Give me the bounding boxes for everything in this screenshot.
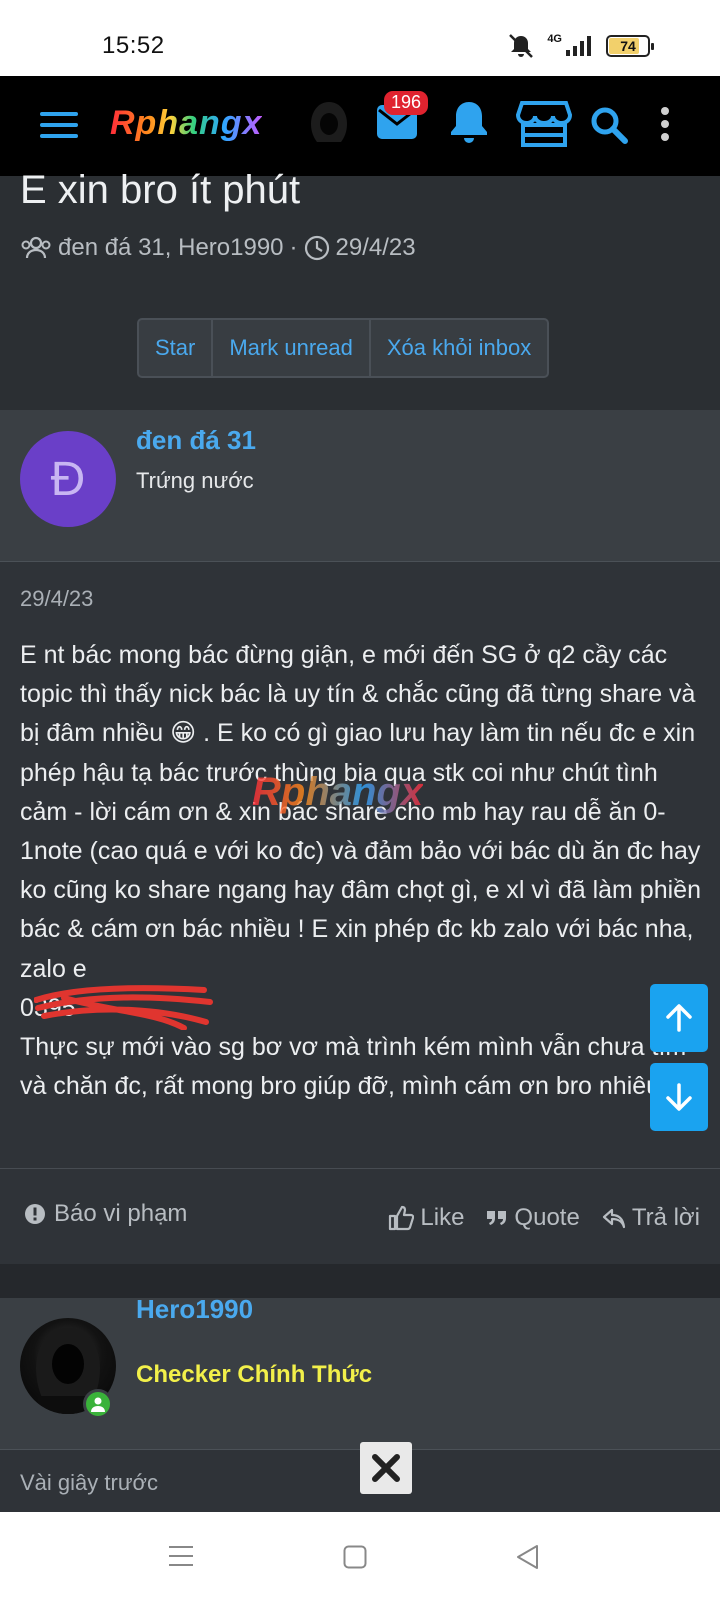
star-button[interactable]: Star	[139, 320, 214, 376]
post1-username[interactable]: đen đá 31	[136, 425, 256, 456]
post2-user-title: Checker Chính Thức	[136, 1361, 373, 1388]
like-button[interactable]: Like	[388, 1204, 464, 1232]
message-text-3: Thực sự mới vào sg bơ vơ mà trình kém mì…	[20, 1033, 687, 1101]
message-text-2: . E ko có gì giao lưu hay làm tin nếu đc…	[20, 719, 701, 983]
bell-icon[interactable]	[449, 100, 489, 144]
clock-icon	[304, 235, 329, 261]
user-icon	[91, 1397, 105, 1412]
thread-action-buttons: Star Mark unread Xóa khỏi inbox	[137, 318, 550, 378]
post1-date[interactable]: 29/4/23	[20, 586, 93, 612]
search-icon[interactable]	[590, 106, 628, 144]
post-actions: Like Quote Trả lời	[388, 1204, 700, 1232]
recent-apps-icon[interactable]	[168, 1545, 194, 1567]
meta-separator: ·	[289, 234, 298, 261]
close-ad-button[interactable]	[360, 1442, 412, 1494]
mute-bell-icon	[509, 34, 534, 58]
post2-time[interactable]: Vài giây trước	[20, 1470, 158, 1496]
alert-icon	[25, 1204, 45, 1224]
online-status-icon	[83, 1389, 113, 1419]
report-label: Báo vi phạm	[54, 1200, 188, 1227]
arrow-up-icon	[666, 1004, 692, 1032]
reply-label: Trả lời	[631, 1204, 700, 1231]
scroll-down-button[interactable]	[650, 1063, 708, 1131]
status-time: 15:52	[102, 32, 165, 59]
home-icon[interactable]	[343, 1545, 367, 1569]
back-icon[interactable]	[515, 1544, 539, 1570]
scroll-up-button[interactable]	[650, 984, 708, 1052]
menu-icon[interactable]	[40, 110, 78, 140]
reply-button[interactable]: Trả lời	[602, 1204, 700, 1232]
like-label: Like	[420, 1204, 465, 1231]
signal-icon	[566, 36, 591, 56]
more-options-icon[interactable]	[660, 106, 670, 142]
thread-participants[interactable]: đen đá 31, Hero1990	[58, 234, 284, 262]
grin-emoji: 😁	[170, 719, 197, 748]
system-nav-bar	[0, 1512, 720, 1600]
report-link[interactable]: Báo vi phạm	[24, 1200, 187, 1228]
redaction-scribble	[34, 985, 213, 1030]
thread-date: 29/4/23	[335, 234, 416, 261]
hooded-avatar-icon[interactable]	[305, 100, 353, 146]
status-icons: 4G 74	[507, 33, 654, 59]
quote-label: Quote	[514, 1204, 580, 1231]
users-icon	[21, 236, 51, 259]
arrow-down-icon	[666, 1083, 692, 1111]
avatar[interactable]: Đ	[20, 431, 116, 527]
post-separator	[0, 1264, 720, 1298]
post1-message: E nt bác mong bác đừng giận, e mới đến S…	[20, 636, 708, 1106]
battery-indicator: 74	[606, 35, 654, 57]
mark-unread-button[interactable]: Mark unread	[213, 320, 371, 376]
remove-from-inbox-button[interactable]: Xóa khỏi inbox	[371, 320, 547, 376]
battery-level: 74	[620, 38, 636, 54]
post1-user-title: Trứng nước	[136, 468, 254, 493]
network-type: 4G	[547, 33, 562, 45]
quote-icon	[487, 1211, 507, 1225]
app-header: Rphangx	[0, 76, 720, 176]
thread-title: E xin bro ít phút	[20, 168, 301, 212]
quote-button[interactable]: Quote	[486, 1204, 580, 1232]
store-icon[interactable]	[516, 100, 572, 148]
thread-meta: đen đá 31, Hero1990 · 29/4/23	[20, 234, 416, 262]
thumbs-up-icon	[389, 1205, 415, 1231]
status-bar: 15:52 4G 74	[0, 0, 720, 76]
site-logo[interactable]: Rphangx	[110, 104, 262, 143]
post2-username[interactable]: Hero1990	[136, 1294, 253, 1325]
watermark: Rphangx	[252, 770, 424, 814]
close-icon	[372, 1454, 400, 1482]
inbox-count-badge: 196	[384, 91, 429, 115]
reply-icon	[602, 1208, 625, 1229]
